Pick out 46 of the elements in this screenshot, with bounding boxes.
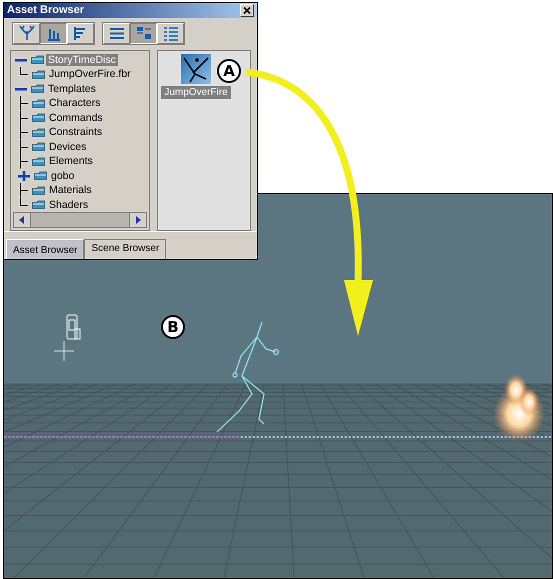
thumbnails-icon xyxy=(134,24,152,42)
tree-item[interactable]: StoryTimeDisc xyxy=(46,54,118,66)
tree-item[interactable]: Shaders xyxy=(47,198,90,211)
asset-label[interactable]: JumpOverFire xyxy=(161,86,231,98)
window-title: Asset Browser xyxy=(7,4,84,16)
tree-icon xyxy=(18,24,36,42)
close-icon[interactable] xyxy=(240,4,254,17)
tree-line-icon xyxy=(19,125,29,140)
tree-item[interactable]: Characters xyxy=(47,97,102,110)
tree-line-icon xyxy=(19,110,29,125)
folder-icon xyxy=(32,186,45,195)
tree-line-icon xyxy=(19,67,29,75)
left-arrow-icon xyxy=(18,216,26,224)
folder-icon xyxy=(32,98,45,108)
tree-line-icon xyxy=(19,140,29,154)
expand-icon[interactable] xyxy=(17,170,31,181)
folder-icon xyxy=(32,200,45,210)
tree-item[interactable]: JumpOverFire.fbr xyxy=(47,68,133,80)
horizontal-scrollbar[interactable] xyxy=(13,212,147,228)
tree-item[interactable]: Elements xyxy=(47,155,95,168)
folder-icon xyxy=(34,171,47,180)
folder-icon xyxy=(32,70,45,79)
folder-icon xyxy=(32,128,45,137)
tree-item[interactable]: Materials xyxy=(47,184,94,196)
tab[interactable]: Scene Browser xyxy=(84,239,166,259)
tree-line-icon xyxy=(19,154,29,168)
tree-item[interactable]: Devices xyxy=(47,140,88,153)
toolbar-button[interactable] xyxy=(40,22,67,44)
device-drawing xyxy=(66,314,80,340)
fire-drawing xyxy=(493,374,545,442)
right-arrow-icon xyxy=(134,216,142,224)
details-list-icon xyxy=(162,24,180,42)
folder-icon xyxy=(32,113,45,122)
folder-icon xyxy=(32,142,45,152)
tree-item[interactable]: Commands xyxy=(47,112,105,124)
crosshair-icon xyxy=(54,340,74,362)
tree-line-icon xyxy=(19,96,29,110)
running-figure-icon[interactable] xyxy=(181,54,211,84)
folder-icon xyxy=(32,156,45,166)
tree-item[interactable]: gobo xyxy=(49,170,76,182)
tab[interactable]: Asset Browser xyxy=(6,239,84,259)
tree-item[interactable]: Templates xyxy=(46,82,98,95)
tree-item[interactable]: Constraints xyxy=(47,126,104,138)
folder-icon xyxy=(31,84,44,94)
toolbar-button[interactable] xyxy=(130,22,157,44)
folder-icon xyxy=(31,55,44,64)
